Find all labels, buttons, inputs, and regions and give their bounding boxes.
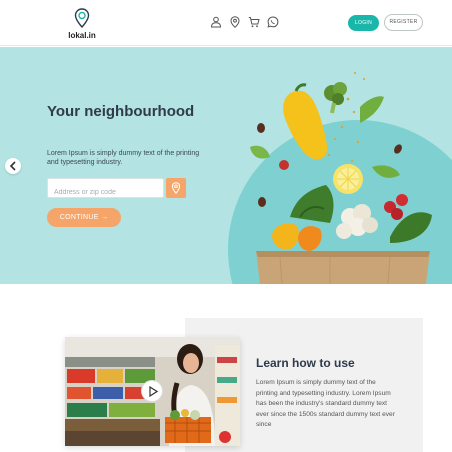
address-field[interactable]: [47, 178, 164, 202]
play-video-button[interactable]: [141, 380, 163, 402]
location-pin-icon: [171, 182, 181, 194]
hero-title: Your neighbourhood: [47, 103, 195, 120]
whatsapp-icon[interactable]: [267, 16, 279, 28]
yellow-pepper: [283, 83, 328, 160]
learn-description: Lorem Ipsum is simply dummy text of the …: [256, 379, 395, 428]
login-button[interactable]: LOGIN: [348, 15, 379, 31]
user-icon[interactable]: [210, 16, 222, 28]
header: lokal.in LOGIN REGISTER: [0, 0, 452, 46]
cart-icon[interactable]: [248, 16, 260, 28]
logo-pin-icon: [74, 8, 90, 28]
header-icons: [210, 16, 279, 30]
logo-text: lokal.in: [68, 31, 96, 40]
continue-button[interactable]: CONTINUE →: [47, 208, 121, 227]
cauliflower: [336, 204, 378, 239]
hero-banner: Your neighbourhood Lorem Ipsum is simply…: [0, 47, 452, 284]
logo[interactable]: lokal.in: [64, 8, 100, 42]
play-icon: [149, 386, 158, 397]
hero-description: Lorem Ipsum is simply dummy text of the …: [47, 150, 200, 166]
grocery-bag-illustration: [250, 72, 432, 284]
address-input[interactable]: [48, 183, 163, 202]
learn-title: Learn how to use: [256, 356, 355, 370]
locate-me-button[interactable]: [166, 178, 186, 198]
chevron-left-icon: [9, 161, 16, 171]
register-button[interactable]: REGISTER: [384, 14, 423, 31]
carousel-prev-button[interactable]: [5, 158, 21, 174]
page: lokal.in LOGIN REGISTER Your neighbourho…: [0, 0, 452, 452]
broccoli: [324, 82, 347, 114]
location-icon[interactable]: [229, 16, 241, 28]
